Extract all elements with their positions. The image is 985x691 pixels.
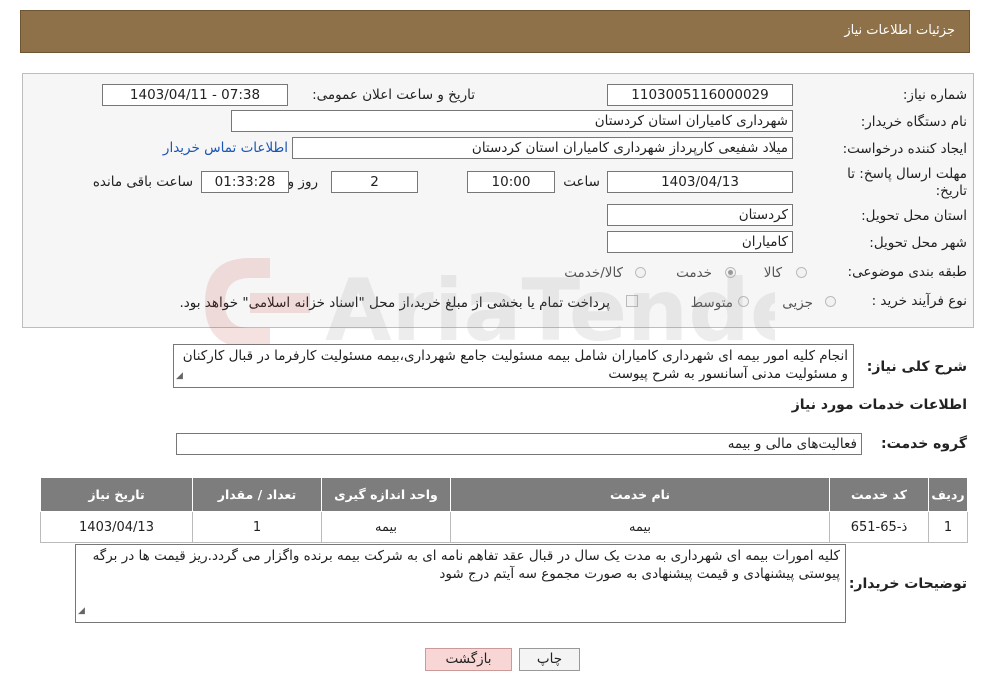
cell-service-name: بیمه [450, 511, 830, 543]
creator-field: میلاد شفیعی کارپرداز شهرداری کامیاران اس… [292, 137, 793, 159]
description-text: انجام کلیه امور بیمه ای شهرداری کامیاران… [182, 348, 848, 382]
purchase-option-medium: متوسط [690, 295, 733, 311]
cell-quantity: 1 [192, 511, 322, 543]
buyer-org-label: نام دستگاه خریدار: [860, 114, 967, 130]
col-header-unit: واحد اندازه گیری [321, 477, 451, 512]
category-radio-service[interactable] [725, 267, 736, 278]
page-title: جزئیات اطلاعات نیاز [844, 23, 955, 38]
service-group-field: فعالیت‌های مالی و بیمه [176, 433, 862, 455]
category-option-service: خدمت [676, 265, 712, 281]
col-header-quantity: تعداد / مقدار [192, 477, 322, 512]
col-header-service-code: کد خدمت [829, 477, 929, 512]
table-header-row: ردیف کد خدمت نام خدمت واحد اندازه گیری ت… [40, 477, 968, 512]
description-label: شرح کلی نیاز: [866, 359, 967, 375]
cell-unit: بیمه [321, 511, 451, 543]
col-header-need-date: تاریخ نیاز [40, 477, 193, 512]
resize-handle-icon[interactable]: ◢ [176, 367, 183, 385]
buyer-contact-link[interactable]: اطلاعات تماس خریدار [163, 140, 288, 156]
service-group-label: گروه خدمت: [881, 436, 967, 452]
back-button[interactable]: بازگشت [425, 648, 512, 671]
deadline-label: مهلت ارسال پاسخ: تا [847, 166, 967, 182]
treasury-checkbox[interactable] [626, 295, 638, 307]
purchase-type-label: نوع فرآیند خرید : [871, 293, 967, 309]
buyer-notes-label: توضیحات خریدار: [848, 576, 967, 592]
province-label: استان محل تحویل: [861, 208, 967, 224]
table-row: 1 ذ-65-651 بیمه بیمه 1 1403/04/13 [40, 511, 968, 543]
category-radio-goods[interactable] [796, 267, 807, 278]
page-header: جزئیات اطلاعات نیاز [20, 10, 970, 53]
col-header-row-number: ردیف [928, 477, 968, 512]
days-label: روز و [287, 174, 318, 190]
deadline-time-label: ساعت [563, 174, 600, 190]
category-radio-goods-service[interactable] [635, 267, 646, 278]
category-option-goods-service: کالا/خدمت [564, 265, 623, 281]
description-textarea: انجام کلیه امور بیمه ای شهرداری کامیاران… [173, 344, 854, 388]
city-field: کامیاران [607, 231, 793, 253]
cell-service-code: ذ-65-651 [829, 511, 929, 543]
category-option-goods: کالا [763, 265, 782, 281]
purchase-option-minor: جزیی [782, 295, 813, 311]
purchase-radio-minor[interactable] [825, 296, 836, 307]
deadline-date-field: 1403/04/13 [607, 171, 793, 193]
treasury-note: پرداخت تمام یا بخشی از مبلغ خرید،از محل … [179, 295, 610, 311]
purchase-radio-medium[interactable] [738, 296, 749, 307]
province-field: کردستان [607, 204, 793, 226]
time-remaining-field: 01:33:28 [201, 171, 289, 193]
city-label: شهر محل تحویل: [869, 235, 967, 251]
buyer-org-field: شهرداری کامیاران استان کردستان [231, 110, 793, 132]
category-label: طبقه بندی موضوعی: [847, 264, 967, 280]
cell-need-date: 1403/04/13 [40, 511, 193, 543]
days-remaining-field: 2 [331, 171, 418, 193]
buyer-notes-textarea: کلیه امورات بیمه ای شهرداری به مدت یک سا… [75, 544, 846, 623]
resize-handle-icon[interactable]: ◢ [78, 602, 85, 620]
col-header-service-name: نام خدمت [450, 477, 830, 512]
announce-datetime-field: 1403/04/11 - 07:38 [102, 84, 288, 106]
need-number-label: شماره نیاز: [902, 87, 967, 103]
creator-label: ایجاد کننده درخواست: [842, 141, 967, 157]
deadline-time-field: 10:00 [467, 171, 555, 193]
time-remaining-label: ساعت باقی مانده [92, 174, 193, 190]
services-table: ردیف کد خدمت نام خدمت واحد اندازه گیری ت… [40, 477, 968, 543]
buyer-notes-text: کلیه امورات بیمه ای شهرداری به مدت یک سا… [92, 548, 840, 582]
cell-row-number: 1 [928, 511, 968, 543]
deadline-label-date: تاریخ: [935, 183, 967, 199]
announce-datetime-label: تاریخ و ساعت اعلان عمومی: [312, 87, 475, 103]
print-button[interactable]: چاپ [519, 648, 580, 671]
services-section-title: اطلاعات خدمات مورد نیاز [791, 397, 967, 413]
need-number-field: 1103005116000029 [607, 84, 793, 106]
